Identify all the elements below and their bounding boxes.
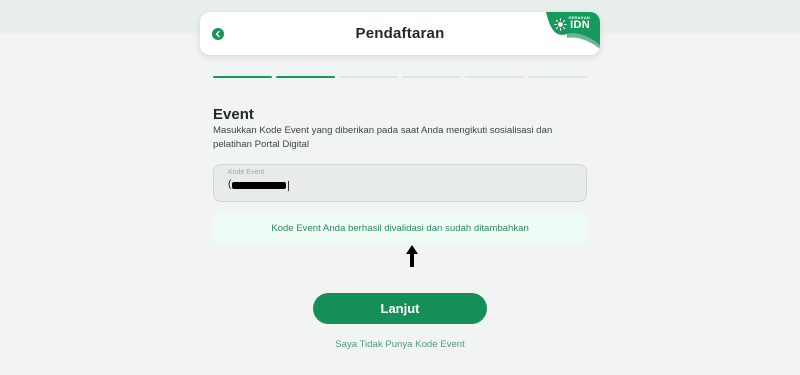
redacted-value: [232, 182, 286, 189]
progress-step: [465, 76, 524, 78]
progress-step: [213, 76, 272, 78]
progress-step: [276, 76, 335, 78]
header-bar: Pendaftaran GERAKAN IDN: [200, 12, 600, 55]
input-value: (: [228, 179, 232, 190]
arrow-up-icon: [406, 245, 418, 267]
input-label: Kode Event: [228, 169, 265, 176]
progress-steps: [213, 76, 587, 79]
continue-button[interactable]: Lanjut: [313, 293, 487, 324]
success-text: Kode Event Anda berhasil divalidasi dan …: [271, 222, 529, 234]
section-title: Event: [213, 106, 254, 123]
event-code-input[interactable]: Kode Event (: [213, 164, 587, 202]
progress-step: [339, 76, 398, 78]
logo-text: IDN: [570, 19, 590, 31]
progress-step: [402, 76, 461, 78]
section-description: Masukkan Kode Event yang diberikan pada …: [213, 125, 553, 150]
text-caret: [288, 181, 289, 191]
no-event-code-link[interactable]: Saya Tidak Punya Kode Event: [0, 339, 800, 350]
sun-icon: [554, 18, 567, 31]
success-message: Kode Event Anda berhasil divalidasi dan …: [213, 211, 587, 245]
progress-step: [528, 76, 587, 78]
no-event-code-label: Saya Tidak Punya Kode Event: [335, 339, 465, 350]
brand-logo: GERAKAN IDN: [540, 12, 600, 55]
